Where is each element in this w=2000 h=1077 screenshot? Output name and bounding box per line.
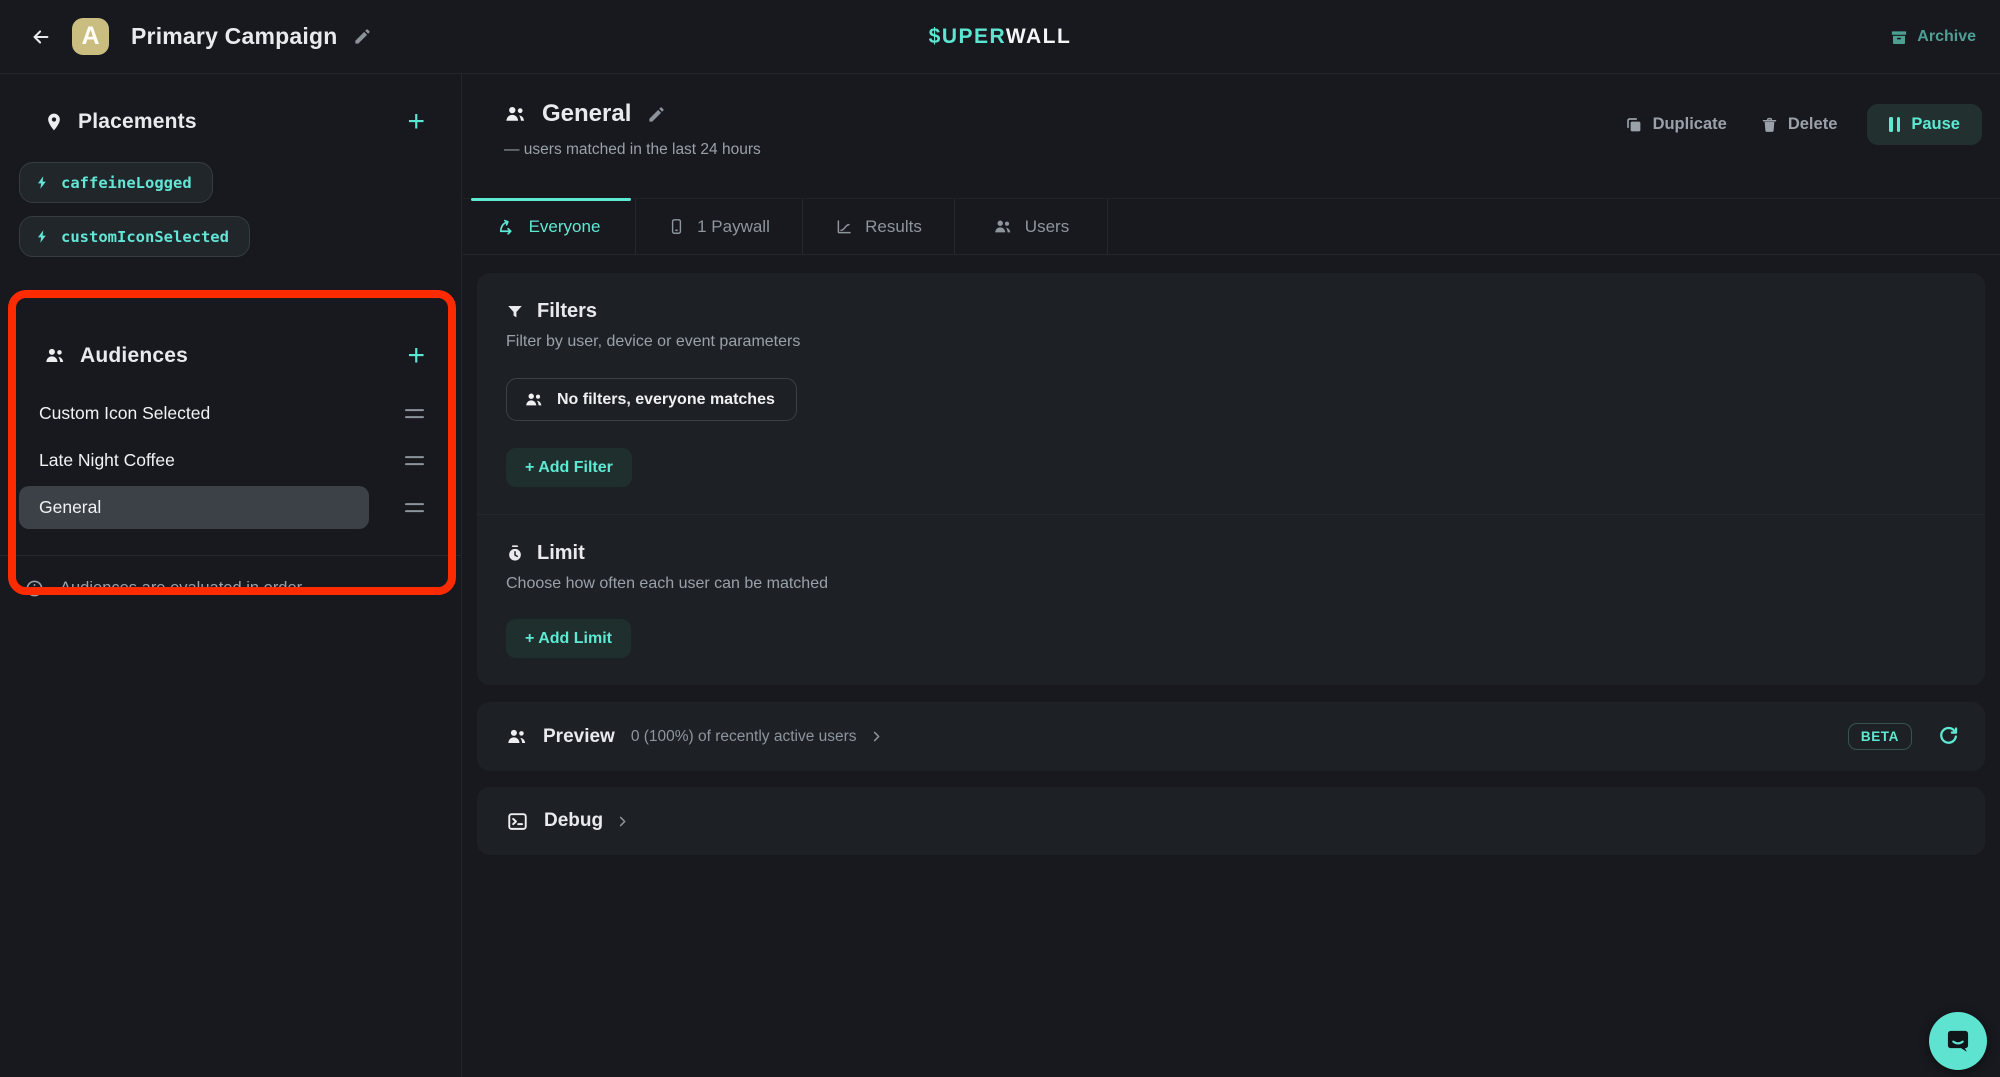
copy-icon — [1625, 116, 1643, 134]
placement-chip[interactable]: caffeineLogged — [19, 162, 213, 203]
top-bar: A Primary Campaign $UPERWALL Archive — [0, 0, 2000, 74]
audience-subtitle: — users matched in the last 24 hours — [504, 141, 761, 159]
app-avatar: A — [72, 18, 109, 55]
delete-button[interactable]: Delete — [1751, 107, 1848, 142]
campaign-title: Primary Campaign — [131, 23, 337, 50]
limit-subtitle: Choose how often each user can be matche… — [506, 575, 1956, 593]
drag-handle-icon[interactable] — [405, 456, 424, 466]
audience-item[interactable]: Custom Icon Selected — [0, 390, 461, 437]
audiences-title: Audiences — [80, 344, 188, 368]
filter-funnel-icon — [506, 303, 524, 321]
preview-title: Preview — [543, 726, 615, 748]
users-icon — [506, 727, 528, 747]
duplicate-button[interactable]: Duplicate — [1615, 107, 1737, 142]
tab-everyone[interactable]: Everyone — [463, 199, 636, 254]
chat-icon — [1943, 1026, 1973, 1056]
audience-header: General — users matched in the last 24 h… — [463, 74, 2000, 198]
limit-section: Limit Choose how often each user can be … — [477, 515, 1985, 685]
back-button[interactable] — [24, 20, 58, 54]
limit-title: Limit — [537, 542, 585, 565]
chat-launcher-button[interactable] — [1929, 1012, 1987, 1070]
filters-title: Filters — [537, 300, 597, 323]
preview-summary: 0 (100%) of recently active users — [631, 728, 857, 746]
arrow-left-icon — [30, 26, 52, 48]
chevron-right-icon — [869, 729, 884, 744]
terminal-icon — [506, 811, 529, 832]
tab-results[interactable]: Results — [803, 199, 955, 254]
tab-paywall[interactable]: 1 Paywall — [636, 199, 803, 254]
users-icon — [44, 346, 66, 366]
users-icon — [993, 218, 1013, 236]
chevron-right-icon — [615, 814, 630, 829]
placements-title: Placements — [78, 110, 197, 134]
placements-section: Placements + caffeineLogged customIconSe… — [0, 74, 461, 270]
archive-button[interactable]: Archive — [1890, 28, 1976, 46]
trash-icon — [1761, 116, 1778, 134]
placement-chip[interactable]: customIconSelected — [19, 216, 250, 257]
tab-bar: Everyone 1 Paywall Results Users — [463, 198, 2000, 255]
edit-audience-icon[interactable] — [647, 105, 666, 124]
add-limit-button[interactable]: + Add Limit — [506, 619, 631, 658]
drag-handle-icon[interactable] — [405, 503, 424, 513]
audiences-note: Audiences are evaluated in order — [0, 556, 461, 620]
add-filter-button[interactable]: + Add Filter — [506, 448, 632, 487]
lightning-icon — [35, 175, 50, 190]
audience-item-selected[interactable]: General — [0, 484, 461, 531]
rules-card: Filters Filter by user, device or event … — [477, 273, 1985, 685]
tab-content: Filters Filter by user, device or event … — [463, 256, 2000, 1077]
pause-icon — [1889, 117, 1900, 132]
drag-handle-icon[interactable] — [405, 409, 424, 419]
phone-icon — [668, 217, 685, 236]
route-arrows-icon — [498, 217, 517, 236]
tab-users[interactable]: Users — [955, 199, 1108, 254]
superwall-logo: $UPERWALL — [929, 25, 1072, 49]
info-icon — [25, 579, 44, 598]
edit-campaign-icon[interactable] — [353, 27, 372, 46]
beta-badge: BETA — [1848, 723, 1912, 750]
debug-bar[interactable]: Debug — [477, 787, 1985, 855]
chart-icon — [835, 218, 853, 236]
preview-bar[interactable]: Preview 0 (100%) of recently active user… — [477, 702, 1985, 771]
refresh-icon[interactable] — [1938, 726, 1959, 747]
audience-list: Custom Icon Selected Late Night Coffee G… — [0, 390, 461, 531]
users-icon — [504, 104, 527, 125]
archive-box-icon — [1890, 28, 1908, 46]
main-panel: General — users matched in the last 24 h… — [463, 74, 2000, 1077]
audience-item[interactable]: Late Night Coffee — [0, 437, 461, 484]
sidebar: Placements + caffeineLogged customIconSe… — [0, 74, 462, 1077]
stopwatch-icon — [506, 544, 524, 563]
audience-title: General — [542, 100, 631, 128]
pause-button[interactable]: Pause — [1867, 104, 1982, 145]
users-icon — [524, 391, 544, 409]
add-audience-button[interactable]: + — [407, 342, 425, 370]
archive-label: Archive — [1917, 28, 1976, 46]
audiences-section: Audiences + Custom Icon Selected Late Ni… — [0, 270, 461, 620]
lightning-icon — [35, 229, 50, 244]
no-filters-chip[interactable]: No filters, everyone matches — [506, 378, 797, 421]
debug-title: Debug — [544, 810, 603, 832]
add-placement-button[interactable]: + — [407, 108, 425, 136]
filters-section: Filters Filter by user, device or event … — [477, 273, 1985, 514]
filters-subtitle: Filter by user, device or event paramete… — [506, 333, 1956, 351]
location-pin-icon — [44, 112, 64, 132]
